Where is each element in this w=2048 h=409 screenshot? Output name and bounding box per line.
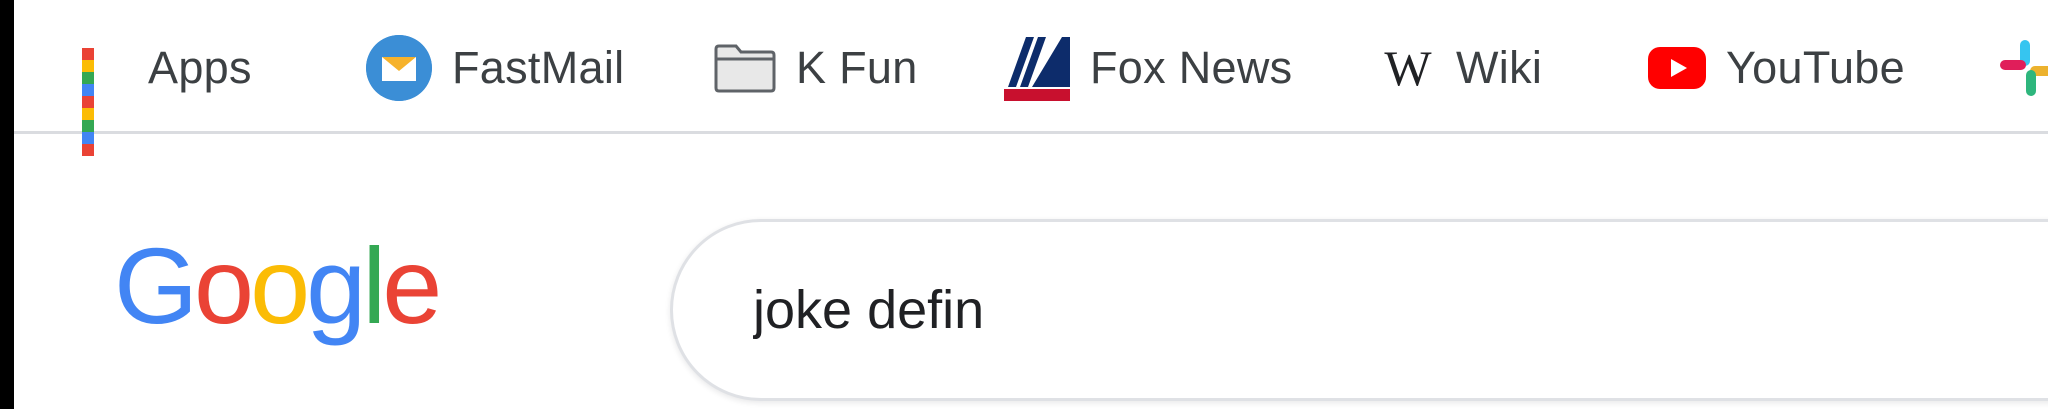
logo-letter: o	[250, 225, 310, 346]
bookmark-fastmail[interactable]: FastMail	[366, 35, 625, 101]
bookmark-label: FastMail	[452, 42, 625, 93]
folder-icon	[714, 43, 776, 93]
logo-letter: G	[114, 225, 198, 346]
browser-window: Apps FastMail K Fun Fox News W Wiki YouT…	[14, 0, 2048, 409]
bookmark-fox-news[interactable]: Fox News	[1004, 35, 1293, 101]
google-logo[interactable]: Google	[114, 225, 442, 346]
youtube-icon	[1648, 47, 1706, 89]
fastmail-icon	[366, 35, 432, 101]
bookmark-slack[interactable]	[1998, 36, 2048, 100]
search-input[interactable]	[753, 272, 2048, 348]
bookmarks-bar: Apps FastMail K Fun Fox News W Wiki YouT…	[14, 0, 2048, 156]
search-box[interactable]	[670, 219, 2048, 401]
bookmark-label: Fox News	[1090, 42, 1293, 93]
slack-icon	[1998, 38, 2048, 98]
logo-letter: l	[362, 225, 386, 346]
bookmark-k-fun[interactable]: K Fun	[714, 36, 918, 100]
bookmark-label: Apps	[148, 42, 252, 93]
bookmark-youtube[interactable]: YouTube	[1648, 36, 1905, 100]
bookmark-label: Wiki	[1456, 42, 1543, 93]
bookmark-label: K Fun	[796, 42, 918, 93]
bookmark-apps[interactable]: Apps	[76, 36, 252, 156]
logo-letter: g	[306, 225, 366, 346]
wikipedia-icon: W	[1384, 40, 1432, 96]
fox-news-icon	[1004, 35, 1070, 101]
apps-grid-icon	[76, 42, 128, 156]
bookmark-wiki[interactable]: W Wiki	[1380, 36, 1542, 100]
logo-letter: e	[382, 225, 442, 346]
bookmark-label: YouTube	[1726, 42, 1905, 93]
logo-letter: o	[194, 225, 254, 346]
